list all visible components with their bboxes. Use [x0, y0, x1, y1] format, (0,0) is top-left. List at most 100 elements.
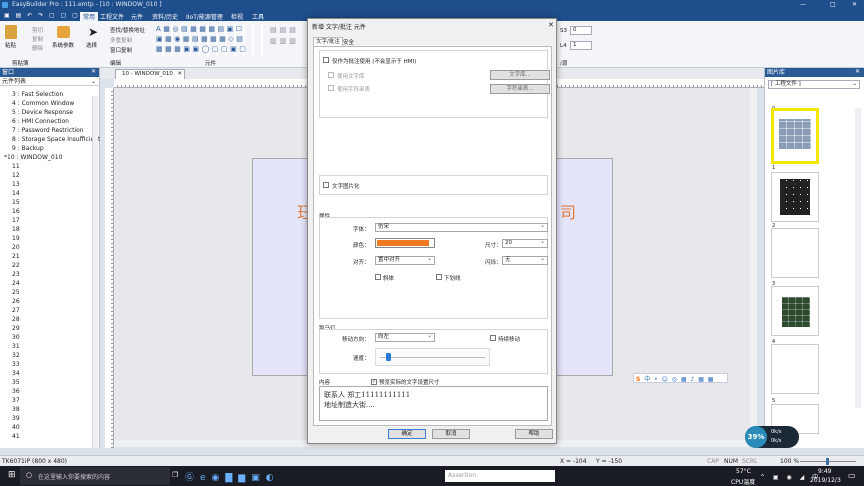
window-tree-item[interactable]: 40 — [4, 423, 99, 432]
window-tree-item[interactable]: 39 — [4, 414, 99, 423]
window-tree-item[interactable]: 23 — [4, 270, 99, 279]
window-tree-item[interactable]: 11 — [4, 162, 99, 171]
help-button[interactable]: 帮助 — [515, 429, 553, 439]
assertion-box[interactable]: Assertion — [445, 470, 555, 482]
string-table-button[interactable]: 字符串表... — [490, 84, 550, 94]
picture-panel-close-icon[interactable]: ✕ — [855, 68, 860, 75]
sogou-icon[interactable]: S — [636, 376, 641, 383]
picture-thumb-blank[interactable] — [771, 228, 819, 278]
window-tree-item[interactable]: 31 — [4, 342, 99, 351]
window-tree-item[interactable]: 9 : Backup — [4, 144, 99, 153]
system-params-icon[interactable] — [57, 26, 70, 38]
picture-scrollbar[interactable] — [855, 108, 861, 408]
direction-select[interactable]: 向左 — [375, 332, 435, 342]
menu-project[interactable]: 工程文件 — [100, 12, 124, 21]
panel-close-icon[interactable]: ✕ — [91, 68, 96, 75]
window-tree-item[interactable]: 27 — [4, 306, 99, 315]
window-tree-item[interactable]: 36 — [4, 387, 99, 396]
window-tree-item[interactable]: 21 — [4, 252, 99, 261]
tab-security[interactable]: 安全 — [343, 38, 354, 46]
close-tab-icon[interactable]: ✕ — [177, 70, 182, 79]
window-tree-item[interactable]: 5 : Device Response — [4, 108, 99, 117]
cut-button[interactable]: 剪切 — [32, 26, 43, 34]
start-icon[interactable]: ⊞ — [8, 470, 16, 480]
align-tools[interactable]: ▤▤▤ ▥▥▥ — [270, 25, 310, 53]
window-tree-item[interactable]: 38 — [4, 405, 99, 414]
floating-toolbar[interactable]: S 中 • ☺ ◎ ▦ ♪ ▦ ▦ — [633, 373, 728, 383]
background-text-right[interactable]: 司 — [560, 199, 576, 223]
select-button[interactable]: 选择 — [86, 41, 97, 49]
window-tree-item[interactable]: 18 — [4, 225, 99, 234]
window-copy-button[interactable]: 窗口复制 — [110, 46, 132, 54]
window-tree-item[interactable]: 41 — [4, 432, 99, 441]
menu-tools[interactable]: 工具 — [252, 12, 264, 21]
preview-size-checkbox[interactable]: ✓ — [371, 379, 377, 385]
menu-objects[interactable]: 元件 — [131, 12, 143, 21]
window-tree-item[interactable]: 3 : Fast Selection — [4, 90, 99, 99]
italic-checkbox[interactable] — [375, 274, 381, 280]
delete-button[interactable]: 删除 — [32, 44, 43, 52]
cancel-button[interactable]: 取消 — [432, 429, 470, 439]
align-select[interactable]: 置中对齐 — [375, 255, 435, 265]
window-tree-item[interactable]: 25 — [4, 288, 99, 297]
vertical-scrollbar[interactable] — [750, 88, 757, 440]
paste-icon[interactable] — [5, 25, 17, 39]
text-library-button[interactable]: 文字库... — [490, 70, 550, 80]
menu-view[interactable]: 检视 — [231, 12, 243, 21]
window-tree-item[interactable]: 15 — [4, 198, 99, 207]
tab-text-comment[interactable]: 文字/批注 — [313, 37, 343, 46]
blink-select[interactable]: 无 — [502, 255, 548, 265]
copy-button[interactable]: 复制 — [32, 35, 43, 43]
tree-scrollbar[interactable] — [92, 96, 98, 448]
picture-thumb-keypad-selected[interactable] — [771, 108, 819, 164]
taskbar-app-icons[interactable]: Ⓖe◉▇▆▣◐ — [185, 470, 280, 483]
content-textarea[interactable]: 联系人 郑工11111111111 地址制造大街.... — [319, 386, 548, 421]
font-select[interactable]: 仿宋 — [375, 222, 548, 232]
object-list-selector[interactable]: 元件列表 ⌄ — [0, 77, 99, 86]
underline-checkbox[interactable] — [436, 274, 442, 280]
color-picker[interactable] — [375, 238, 435, 248]
paste-button[interactable]: 粘贴 — [5, 41, 16, 49]
notification-icon[interactable]: ▭ — [848, 471, 856, 480]
window-tree-item[interactable]: 12 — [4, 171, 99, 180]
speed-slider-thumb[interactable] — [386, 353, 391, 361]
size-select[interactable]: 20 — [502, 238, 548, 248]
window-tree-item[interactable]: 24 — [4, 279, 99, 288]
window-tree-item[interactable]: 28 — [4, 315, 99, 324]
window-tree-item[interactable]: 4 : Common Window — [4, 99, 99, 108]
window-tree-item[interactable]: *10 : WINDOW_010 — [4, 153, 99, 162]
network-speed-overlay[interactable]: 39% 0k/s 0k/s — [745, 426, 799, 448]
picture-thumb-black-keypad[interactable] — [771, 172, 819, 222]
menu-iiot[interactable]: IIoT/能源管理 — [186, 12, 223, 21]
window-tree-item[interactable]: 34 — [4, 369, 99, 378]
window-tree-item[interactable]: 19 — [4, 234, 99, 243]
window-tree-item[interactable]: 8 : Storage Space Insufficient — [4, 135, 100, 144]
minimize-button[interactable]: — — [800, 1, 806, 8]
system-params-button[interactable]: 系统参数 — [52, 41, 74, 49]
window-tree-item[interactable]: 37 — [4, 396, 99, 405]
maximize-button[interactable]: □ — [830, 1, 836, 8]
close-window-button[interactable]: ✕ — [852, 1, 857, 8]
picture-thumb-grid[interactable] — [771, 286, 819, 336]
only-comment-checkbox[interactable] — [323, 57, 329, 63]
menu-data-history[interactable]: 资料/历史 — [152, 12, 178, 21]
find-replace-button[interactable]: 查找/替换地址 — [110, 26, 145, 34]
use-text-lib-checkbox[interactable] — [328, 72, 334, 78]
window-tree-item[interactable]: 30 — [4, 333, 99, 342]
use-string-table-checkbox[interactable] — [328, 85, 334, 91]
text-image-checkbox[interactable] — [323, 182, 329, 188]
window-tree-item[interactable]: 35 — [4, 378, 99, 387]
l4-spinner[interactable]: 1 — [570, 41, 592, 50]
continuous-checkbox[interactable] — [490, 335, 496, 341]
window-tree-item[interactable]: 16 — [4, 207, 99, 216]
window-tree-item[interactable]: 6 : HMI Connection — [4, 117, 99, 126]
s3-spinner[interactable]: 0 — [570, 26, 592, 35]
ok-button[interactable]: 确定 — [388, 429, 426, 439]
window-tree-item[interactable]: 29 — [4, 324, 99, 333]
multi-copy-button[interactable]: 多重复制 — [110, 36, 132, 44]
task-view-icon[interactable]: ❐ — [172, 471, 178, 479]
window-tree-item[interactable]: 17 — [4, 216, 99, 225]
dialog-close-button[interactable]: ✕ — [548, 21, 554, 29]
tab-window-010[interactable]: 10 - WINDOW_010 ✕ — [115, 69, 185, 79]
window-tree-item[interactable]: 7 : Password Restriction — [4, 126, 99, 135]
